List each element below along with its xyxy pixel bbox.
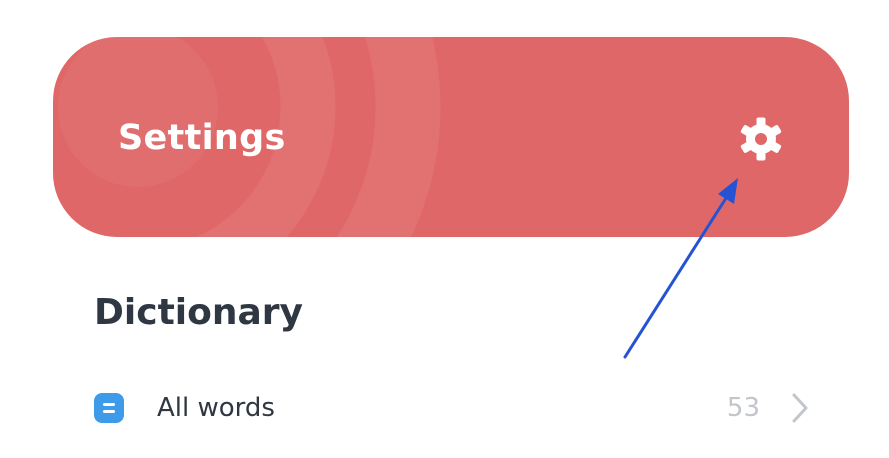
settings-header-card[interactable]: Settings — [53, 37, 849, 237]
settings-title: Settings — [118, 118, 286, 158]
list-item-count: 53 — [726, 393, 760, 423]
page: Settings Dictionary All words 53 — [0, 0, 889, 458]
list-item-all-words[interactable]: All words 53 — [80, 380, 825, 436]
list-item-label: All words — [157, 393, 275, 423]
list-icon — [94, 393, 124, 423]
gear-icon[interactable] — [735, 113, 787, 165]
chevron-right-icon — [792, 393, 808, 423]
dictionary-section-title: Dictionary — [94, 292, 303, 333]
